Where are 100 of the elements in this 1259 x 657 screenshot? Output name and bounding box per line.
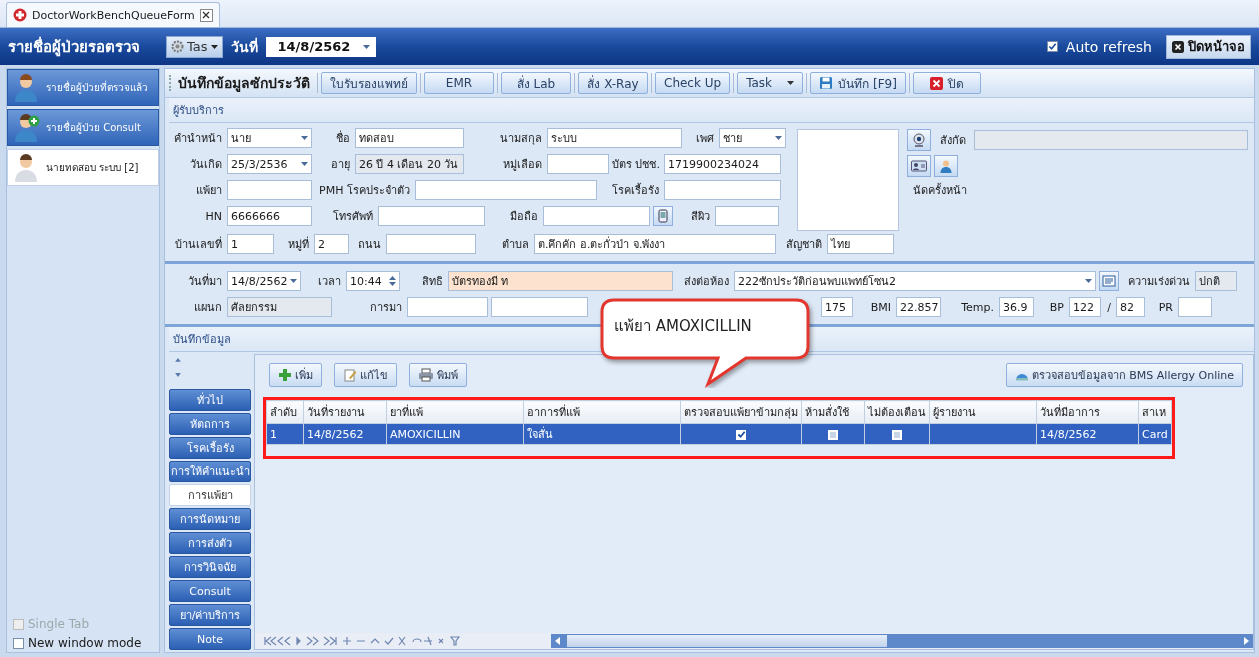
text-field[interactable]: ไทย — [827, 234, 894, 254]
text-field[interactable] — [407, 297, 488, 317]
text-field[interactable] — [715, 206, 779, 226]
save-button[interactable]: บันทึก [F9] — [810, 72, 906, 94]
field-label: การมา — [369, 300, 403, 316]
text-field[interactable] — [415, 180, 597, 200]
text-field[interactable] — [378, 206, 485, 226]
checkbox-label: Auto refresh — [1065, 38, 1152, 55]
list-icon — [1102, 275, 1116, 287]
record-tab[interactable]: Note — [169, 628, 251, 650]
toolbar-button[interactable]: EMR — [424, 72, 494, 94]
edit-button[interactable]: แก้ไข — [334, 363, 397, 387]
text-field[interactable]: 22.857 — [896, 297, 941, 317]
text-field[interactable]: 122 — [1069, 297, 1101, 317]
record-tab[interactable]: โรคเรื้อรัง — [169, 436, 251, 459]
column-header[interactable]: ตรวจสอบแพ้ยาข้ามกลุ่ม — [680, 400, 802, 424]
dropdown-field[interactable]: 25/3/2536 — [227, 154, 312, 174]
field-label: Temp. — [960, 300, 995, 314]
toolbar-button[interactable]: Check Up — [655, 72, 731, 94]
record-tab[interactable]: การให้คำแนะนำ — [169, 460, 251, 483]
record-tab[interactable]: หัตถการ — [169, 412, 251, 435]
toolbar-button[interactable]: สั่ง X-Ray — [578, 72, 648, 94]
scroll-left-icon[interactable] — [555, 637, 561, 645]
text-field[interactable]: 2 — [314, 234, 349, 254]
record-tab[interactable]: การส่งตัว — [169, 532, 251, 555]
record-tab[interactable]: Consult — [169, 580, 251, 603]
record-tab[interactable]: ยา/ค่าบริการ — [169, 604, 251, 627]
column-header[interactable]: ลำดับ — [266, 400, 304, 424]
column-header[interactable]: วันที่รายงาน — [303, 400, 387, 424]
sidebar-item[interactable]: นายทดสอบ ระบบ [2] — [7, 149, 159, 186]
date-field[interactable]: 14/8/2562 — [265, 36, 376, 57]
text-field[interactable]: 82 — [1116, 297, 1145, 317]
webcam-icon — [912, 133, 926, 147]
text-field[interactable]: ทดสอบ — [355, 128, 464, 148]
column-header[interactable]: ผู้รายงาน — [929, 400, 1037, 424]
sidebar-item[interactable]: รายชื่อผู้ป่วย Consult — [7, 109, 159, 146]
add-button[interactable]: เพิ่ม — [269, 363, 322, 387]
column-header[interactable]: วันที่มีอาการ — [1036, 400, 1139, 424]
text-field[interactable]: 1719900234024 — [664, 154, 781, 174]
id-card-button[interactable] — [907, 155, 931, 177]
dropdown-field[interactable]: นาย — [227, 128, 312, 148]
close-screen-button[interactable]: ปิดหน้าจอ — [1166, 34, 1251, 59]
checkbox[interactable] — [1046, 41, 1058, 52]
text-field[interactable] — [1178, 297, 1212, 317]
checkbox[interactable] — [13, 637, 24, 649]
field-label: HN — [204, 209, 223, 223]
document-tab[interactable]: DoctorWorkBenchQueueForm — [6, 2, 220, 27]
table-cell: 1 — [266, 423, 304, 445]
column-header[interactable]: ยาที่แพ้ — [386, 400, 524, 424]
column-header[interactable]: อาการที่แพ้ — [523, 400, 681, 424]
caret-icon — [301, 136, 308, 140]
text-field[interactable]: 1 — [227, 234, 274, 254]
person-button[interactable] — [934, 155, 958, 177]
task-dropdown-button[interactable]: Task — [737, 72, 804, 94]
toolbar-button[interactable]: ใบรับรองแพทย์ — [321, 72, 417, 94]
field-label: BMI — [869, 300, 892, 314]
print-button[interactable]: พิมพ์ — [409, 363, 467, 387]
field-label: เวลา — [317, 274, 342, 290]
caret-icon — [787, 81, 795, 85]
time-field[interactable]: 10:44 — [346, 271, 400, 291]
person-icon — [14, 153, 40, 182]
text-field[interactable]: ระบบ — [547, 128, 682, 148]
record-tab[interactable]: การนัดหมาย — [169, 508, 251, 531]
form-title: บันทึกข้อมูลซักประวัติ — [178, 74, 310, 94]
app-logo-icon — [13, 8, 27, 22]
toolbar-button[interactable]: สั่ง Lab — [501, 72, 571, 94]
text-field[interactable] — [227, 180, 312, 200]
horizontal-scrollbar[interactable] — [551, 634, 1253, 648]
dropdown-field[interactable]: 14/8/2562 — [227, 271, 301, 291]
table-row[interactable]: 1 14/8/2562 AMOXICILLIN ใจสั่น 14/8/2562 Card — [266, 423, 1172, 445]
scroll-right-icon[interactable] — [1243, 637, 1249, 645]
text-field[interactable]: 6666666 — [227, 206, 312, 226]
text-field[interactable] — [664, 180, 781, 200]
text-field[interactable]: 36.9 — [999, 297, 1034, 317]
list-button[interactable] — [1099, 271, 1119, 291]
text-field[interactable]: บัตรทองมี ท — [448, 271, 673, 291]
task-menu-button[interactable]: Tas — [166, 35, 223, 58]
allergy-online-button[interactable]: ตรวจสอบข้อมูลจาก BMS Allergy Online — [1005, 363, 1243, 387]
text-field[interactable] — [543, 206, 650, 226]
record-tab[interactable]: การวินิจฉัย — [169, 556, 251, 579]
phone-icon — [658, 209, 668, 223]
text-field[interactable] — [547, 154, 609, 174]
text-field[interactable] — [386, 234, 476, 254]
dropdown-field[interactable]: 222ซักประวัติก่อนพบแพทย์โซน2 — [734, 271, 1096, 291]
field-label: BP — [1048, 300, 1065, 314]
column-header[interactable]: สาเห — [1138, 400, 1172, 424]
close-icon[interactable] — [199, 8, 213, 22]
record-tab[interactable]: การแพ้ยา — [169, 484, 251, 507]
column-header[interactable]: ห้ามสั่งใช้ — [801, 400, 865, 424]
checkbox[interactable] — [736, 429, 746, 440]
text-field[interactable]: 175 — [821, 297, 853, 317]
mobile-phone-button[interactable] — [653, 206, 673, 226]
text-field[interactable]: ต.คึกคัก อ.ตะกั่วป่า จ.พังงา — [534, 234, 776, 254]
text-field[interactable] — [491, 297, 588, 317]
close-button[interactable]: ปิด — [912, 72, 981, 94]
webcam-button[interactable] — [907, 129, 931, 151]
column-header[interactable]: ไม่ต้องเตือน — [864, 400, 930, 424]
dropdown-field[interactable]: ชาย — [719, 128, 786, 148]
record-tab[interactable]: ทั่วไป — [169, 388, 251, 411]
sidebar-item[interactable]: รายชื่อผู้ป่วยที่ตรวจแล้ว — [7, 69, 159, 106]
